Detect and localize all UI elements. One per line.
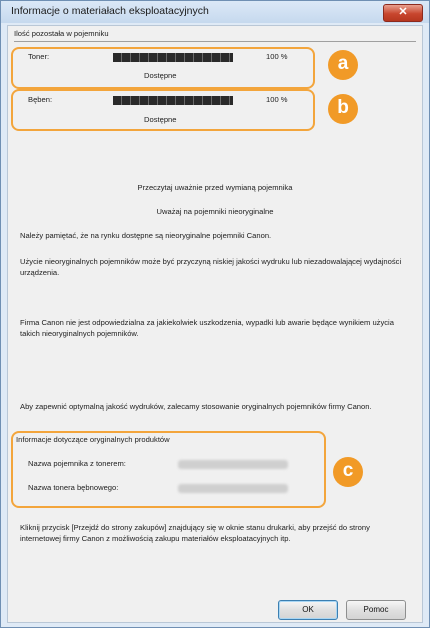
toner-percent: 100 % xyxy=(266,52,288,61)
toner-label: Toner: xyxy=(28,52,50,61)
drum-name-value-blurred xyxy=(178,484,288,493)
drum-level-bar xyxy=(113,96,233,105)
close-icon: ✕ xyxy=(398,6,408,18)
close-button[interactable]: ✕ xyxy=(383,4,423,22)
drum-percent: 100 % xyxy=(266,95,288,104)
drum-name-label: Nazwa tonera bębnowego: xyxy=(28,483,119,492)
title-bar[interactable]: Informacje o materiałach eksploatacyjnyc… xyxy=(1,1,429,23)
callout-badge-a: a xyxy=(328,50,358,80)
ok-button[interactable]: OK xyxy=(278,600,338,620)
notice-paragraph-2: Użycie nieoryginalnych pojemników może b… xyxy=(20,257,402,277)
dialog-body: Ilość pozostała w pojemniku Toner: 100 %… xyxy=(7,25,423,623)
toner-name-label: Nazwa pojemnika z tonerem: xyxy=(28,459,126,468)
notice-heading: Przeczytaj uważnie przed wymianą pojemni… xyxy=(137,183,293,192)
section-divider xyxy=(14,41,416,42)
callout-badge-c: c xyxy=(333,457,363,487)
callout-badge-b: b xyxy=(328,94,358,124)
purchase-info-text: Kliknij przycisk [Przejdź do strony zaku… xyxy=(20,523,370,543)
remaining-section-header: Ilość pozostała w pojemniku xyxy=(14,29,109,38)
toner-name-value-blurred xyxy=(178,460,288,469)
notice-paragraph-3: Firma Canon nie jest odpowiedzialna za j… xyxy=(20,318,394,338)
drum-label: Bęben: xyxy=(28,95,53,104)
notice-paragraph-1: Należy pamiętać, że na rynku dostępne są… xyxy=(20,231,272,240)
help-button[interactable]: Pomoc xyxy=(346,600,406,620)
toner-status: Dostępne xyxy=(144,71,177,80)
product-info-header: Informacje dotyczące oryginalnych produk… xyxy=(16,435,170,444)
drum-status: Dostępne xyxy=(144,115,177,124)
toner-level-bar xyxy=(113,53,233,62)
notice-paragraph-4: Aby zapewnić optymalną jakość wydruków, … xyxy=(20,402,372,411)
notice-subheading: Uważaj na pojemniki nieoryginalne xyxy=(156,207,274,216)
supplies-info-window: Informacje o materiałach eksploatacyjnyc… xyxy=(0,0,430,628)
window-title: Informacje o materiałach eksploatacyjnyc… xyxy=(11,5,209,17)
